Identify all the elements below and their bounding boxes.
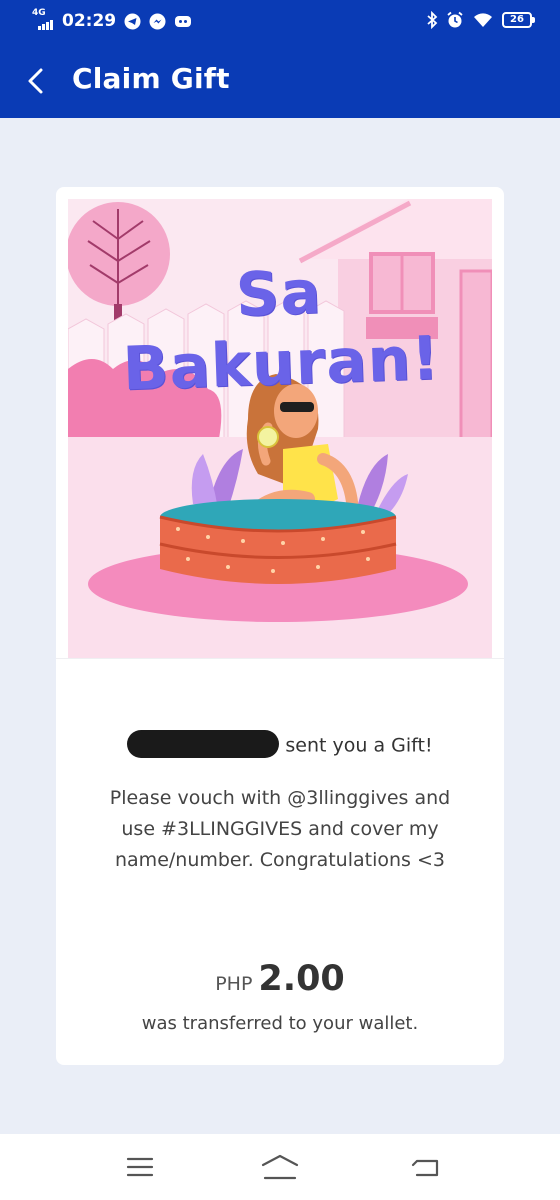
status-time: 02:29 [62,11,117,31]
discord-icon [175,15,192,27]
app-bar: Claim Gift [0,44,560,118]
menu-icon [126,1157,154,1177]
system-back-button[interactable] [406,1150,446,1184]
card-divider [56,658,504,659]
cellular-signal-icon: 4G [32,8,54,32]
redacted-sender-name [127,730,280,758]
back-button[interactable] [18,63,54,99]
wifi-icon [474,13,492,27]
gift-artwork: Sa Bakuran! [68,199,492,659]
gift-card-title: Sa Bakuran! [121,257,441,405]
status-right: 26 [426,11,535,29]
home-button[interactable] [260,1150,300,1184]
transfer-note: was transferred to your wallet. [141,1013,419,1034]
page-title: Claim Gift [72,62,230,95]
gift-amount: PHP 2.00 [56,959,504,999]
back-icon [411,1159,439,1177]
sender-suffix: sent you a Gift! [285,734,433,757]
amount-value: 2.00 [258,959,345,999]
recent-apps-button[interactable] [120,1150,160,1184]
status-left: 4G 02:29 [32,8,192,32]
home-icon [261,1154,299,1180]
sender-line: sent you a Gift! [56,730,504,760]
chevron-left-icon [28,68,43,94]
alarm-icon [447,11,463,28]
system-nav-bar [0,1134,560,1200]
status-bar: 4G 02:29 26 [0,0,560,44]
gift-card: Sa Bakuran! sent you a Gift! Please vouc… [56,187,504,1065]
currency-label: PHP [215,973,253,995]
bluetooth-icon [427,11,438,29]
messenger-icon [149,13,166,29]
gift-message: Please vouch with @3llinggives and use #… [109,787,451,871]
battery-indicator: 26 [502,12,535,28]
network-type: 4G [32,8,46,18]
telegram-icon [124,13,141,29]
